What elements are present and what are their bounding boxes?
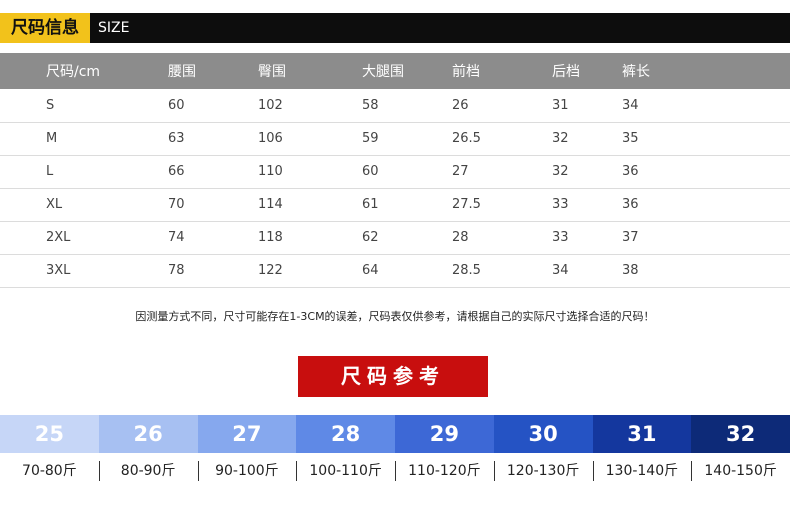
weight-range-row: 70-80斤 80-90斤 90-100斤 100-110斤 110-120斤 … xyxy=(0,458,790,484)
table-cell: 63 xyxy=(150,122,246,156)
column-header: 臀围 xyxy=(246,53,342,89)
weight-range-cell: 70-80斤 xyxy=(22,463,77,479)
weight-range-cell: 80-90斤 xyxy=(98,458,198,484)
table-cell: XL xyxy=(0,188,150,222)
table-cell: 27 xyxy=(446,155,540,189)
table-header-row: 尺码/cm 腰围 臀围 大腿围 前档 后档 裤长 xyxy=(0,53,790,89)
column-header: 后档 xyxy=(540,53,622,89)
table-cell: 74 xyxy=(150,221,246,255)
column-header: 大腿围 xyxy=(342,53,446,89)
waist-size-cell: 31 xyxy=(592,415,692,453)
table-cell: 33 xyxy=(540,221,622,255)
table-cell: 37 xyxy=(622,221,790,255)
table-cell: 26 xyxy=(446,89,540,123)
waist-size-cell: 29 xyxy=(395,415,494,453)
table-cell: 33 xyxy=(540,188,622,222)
column-header: 腰围 xyxy=(150,53,246,89)
weight-range-cell: 120-130斤 xyxy=(493,458,593,484)
table-cell: M xyxy=(0,122,150,156)
size-info-header: 尺码信息 SIZE xyxy=(0,13,790,43)
weight-range-cell: 130-140斤 xyxy=(592,458,692,484)
table-cell: 59 xyxy=(342,122,446,156)
table-cell: 36 xyxy=(622,188,790,222)
table-row: L 66 110 60 27 32 36 xyxy=(0,155,790,189)
waist-size-cell: 30 xyxy=(493,415,593,453)
table-row: XL 70 114 61 27.5 33 36 xyxy=(0,188,790,222)
table-cell: 102 xyxy=(246,89,342,123)
size-table: 尺码/cm 腰围 臀围 大腿围 前档 后档 裤长 S 60 102 58 26 … xyxy=(0,53,790,288)
waist-size-cell: 28 xyxy=(296,415,395,453)
table-row: 3XL 78 122 64 28.5 34 38 xyxy=(0,254,790,288)
table-cell: 78 xyxy=(150,254,246,288)
column-header: 尺码/cm xyxy=(0,53,150,89)
table-cell: 31 xyxy=(540,89,622,123)
table-cell: 28.5 xyxy=(446,254,540,288)
table-cell: 34 xyxy=(540,254,622,288)
size-reference-title: 尺码参考 xyxy=(298,356,488,397)
table-cell: 110 xyxy=(246,155,342,189)
weight-range-cell: 140-150斤 xyxy=(691,458,790,484)
measurement-note: 因测量方式不同，尺寸可能存在1-3CM的误差，尺码表仅供参考，请根据自己的实际尺… xyxy=(135,310,655,323)
waist-size-cell: 26 xyxy=(98,415,198,453)
table-row: M 63 106 59 26.5 32 35 xyxy=(0,122,790,156)
table-cell: 118 xyxy=(246,221,342,255)
table-cell: 122 xyxy=(246,254,342,288)
waist-size-row: 25 26 27 28 29 30 31 32 xyxy=(0,415,790,453)
table-cell: 27.5 xyxy=(446,188,540,222)
waist-size-cell: 27 xyxy=(197,415,297,453)
table-cell: L xyxy=(0,155,150,189)
header-tag: 尺码信息 xyxy=(0,13,90,43)
weight-range-cell: 100-110斤 xyxy=(296,458,395,484)
table-cell: 64 xyxy=(342,254,446,288)
table-row: S 60 102 58 26 31 34 xyxy=(0,89,790,123)
table-cell: 3XL xyxy=(0,254,150,288)
table-row: 2XL 74 118 62 28 33 37 xyxy=(0,221,790,255)
table-cell: 28 xyxy=(446,221,540,255)
table-cell: 34 xyxy=(622,89,790,123)
table-cell: 38 xyxy=(622,254,790,288)
table-cell: 32 xyxy=(540,122,622,156)
table-cell: 60 xyxy=(342,155,446,189)
header-subtitle: SIZE xyxy=(98,20,130,36)
table-cell: 114 xyxy=(246,188,342,222)
table-cell: 35 xyxy=(622,122,790,156)
waist-size-cell: 32 xyxy=(691,415,790,453)
weight-range-cell: 110-120斤 xyxy=(395,458,494,484)
table-cell: 61 xyxy=(342,188,446,222)
table-cell: 2XL xyxy=(0,221,150,255)
table-cell: 60 xyxy=(150,89,246,123)
table-cell: 62 xyxy=(342,221,446,255)
column-header: 前档 xyxy=(446,53,540,89)
table-cell: 70 xyxy=(150,188,246,222)
table-cell: 58 xyxy=(342,89,446,123)
table-cell: 26.5 xyxy=(446,122,540,156)
table-cell: 106 xyxy=(246,122,342,156)
table-cell: 32 xyxy=(540,155,622,189)
weight-range-cell: 90-100斤 xyxy=(197,458,297,484)
table-cell: 36 xyxy=(622,155,790,189)
table-cell: S xyxy=(0,89,150,123)
column-header: 裤长 xyxy=(622,53,790,89)
table-cell: 66 xyxy=(150,155,246,189)
waist-size-cell: 25 xyxy=(0,415,99,453)
